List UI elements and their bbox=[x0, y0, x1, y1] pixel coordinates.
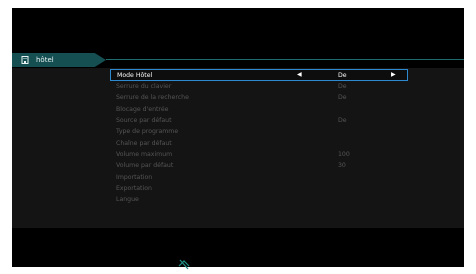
menu-value: De bbox=[338, 94, 347, 102]
settings-list: Mode Hôtel ◀ De ▶ Serrure du clavier De … bbox=[110, 69, 408, 205]
menu-item-volume-maximum[interactable]: Volume maximum 100 bbox=[110, 149, 408, 160]
settings-panel: Mode Hôtel ◀ De ▶ Serrure du clavier De … bbox=[12, 68, 464, 228]
menu-item-serrure-clavier[interactable]: Serrure du clavier De bbox=[110, 81, 408, 92]
menu-item-chaine-defaut[interactable]: Chaîne par défaut bbox=[110, 137, 408, 148]
menu-value: De bbox=[338, 117, 347, 125]
tab-hotel[interactable]: hôtel bbox=[12, 53, 106, 67]
menu-item-type-programme[interactable]: Type de programme bbox=[110, 126, 408, 137]
tab-underline bbox=[106, 59, 464, 60]
menu-item-importation[interactable]: Importation bbox=[110, 171, 408, 182]
menu-item-volume-defaut[interactable]: Volume par défaut 30 bbox=[110, 160, 408, 171]
menu-value: 100 bbox=[338, 150, 350, 158]
status-bar bbox=[12, 228, 464, 270]
menu-value: 30 bbox=[338, 162, 346, 170]
menu-item-source-defaut[interactable]: Source par défaut De bbox=[110, 115, 408, 126]
menu-value: De bbox=[338, 71, 347, 79]
menu-item-exportation[interactable]: Exportation bbox=[110, 183, 408, 194]
menu-item-serrure-recherche[interactable]: Serrure de la recherche De bbox=[110, 92, 408, 103]
menu-value: De bbox=[338, 83, 347, 91]
menu-item-langue[interactable]: Langue bbox=[110, 194, 408, 205]
network-disconnected-icon bbox=[178, 255, 190, 270]
menu-item-blocage-entree[interactable]: Blocage d'entrée bbox=[110, 104, 408, 115]
tv-screen: hôtel Mode Hôtel ◀ De ▶ Serrure du clavi… bbox=[12, 8, 464, 270]
arrow-left-icon[interactable]: ◀ bbox=[297, 71, 302, 78]
arrow-right-icon[interactable]: ▶ bbox=[391, 71, 396, 78]
menu-item-mode-hotel[interactable]: Mode Hôtel ◀ De ▶ bbox=[110, 69, 408, 81]
hotel-icon bbox=[20, 55, 30, 65]
tab-label: hôtel bbox=[36, 56, 54, 64]
